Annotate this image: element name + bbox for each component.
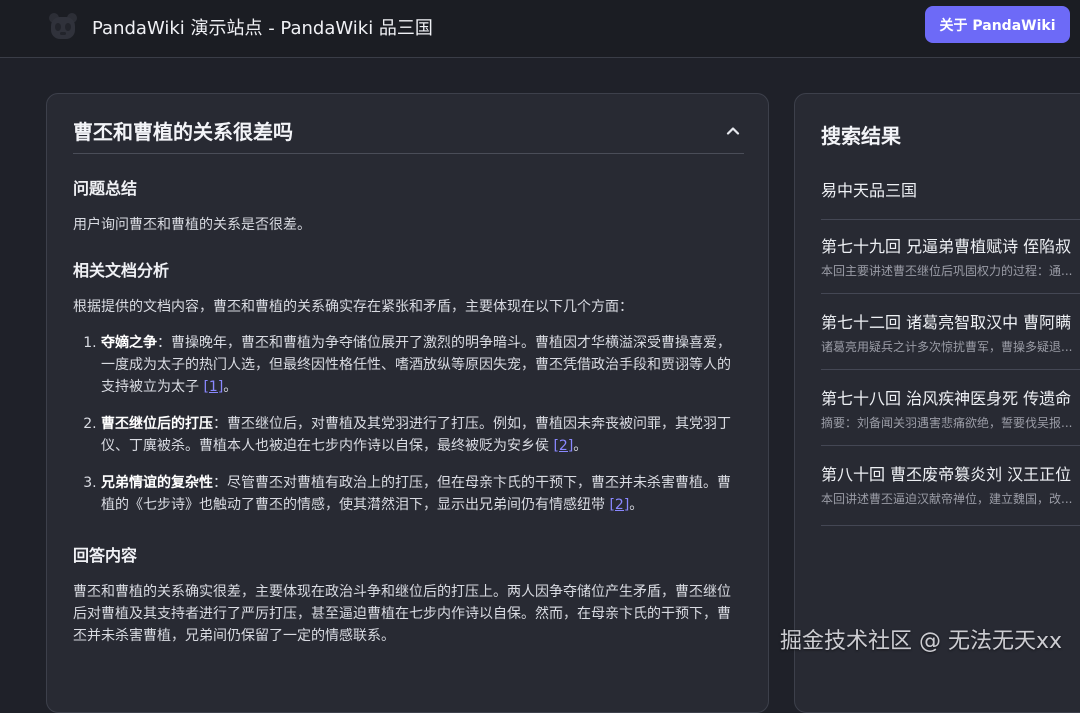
search-results-card: 搜索结果 易中天品三国 第七十九回 兄逼弟曹植赋诗 侄陷叔 本回主要讲述曹丕继位… [794,93,1080,713]
question-title: 曹丕和曹植的关系很差吗 [73,120,293,144]
reference-link[interactable]: [2] [553,438,573,454]
analysis-intro: 根据提供的文档内容，曹丕和曹植的关系确实存在紧张和矛盾，主要体现在以下几个方面： [73,299,633,315]
point-tail: 。 [223,379,238,395]
search-result-title[interactable]: 第七十八回 治风疾神医身死 传遗命 [821,388,1080,410]
summary-heading: 问题总结 [73,179,138,198]
reference-link[interactable]: [2] [609,497,629,513]
about-pandawiki-button[interactable]: 关于 PandaWiki [925,6,1070,43]
search-result-summary: 本回讲述曹丕逼迫汉献帝禅位，建立魏国，改... [821,492,1073,506]
search-result-title[interactable]: 易中天品三国 [821,180,1080,202]
point-tail: 。 [573,438,588,454]
point-label: 夺嫡之争 [101,335,157,351]
search-result-item[interactable]: 第七十二回 诸葛亮智取汉中 曹阿瞒 诸葛亮用疑兵之计多次惊扰曹军，曹操多疑退..… [821,312,1080,370]
search-result-summary: 摘要：刘备闻关羽遇害悲痛欲绝，誓要伐吴报... [821,416,1073,430]
analysis-point: 夺嫡之争：曹操晚年，曹丕和曹植为争夺储位展开了激烈的明争暗斗。曹植因才华横溢深受… [101,332,744,398]
search-result-item[interactable]: 第七十九回 兄逼弟曹植赋诗 侄陷叔 本回主要讲述曹丕继位后巩固权力的过程：通..… [821,236,1080,294]
point-tail: 。 [629,497,644,513]
search-result-title[interactable]: 第八十回 曹丕废帝篡炎刘 汉王正位 [821,464,1080,486]
answer-body: 问题总结 用户询问曹丕和曹植的关系是否很差。 相关文档分析 根据提供的文档内容，… [73,178,744,647]
panda-logo-icon[interactable] [46,10,80,42]
point-label: 曹丕继位后的打压 [101,416,213,432]
answer-heading: 回答内容 [73,546,138,565]
answer-card: 曹丕和曹植的关系很差吗 问题总结 用户询问曹丕和曹植的关系是否很差。 相关文档分… [46,93,769,713]
search-result-item[interactable]: 易中天品三国 [821,180,1080,220]
reference-link[interactable]: [1] [203,379,223,395]
analysis-points-list: 夺嫡之争：曹操晚年，曹丕和曹植为争夺储位展开了激烈的明争暗斗。曹植因才华横溢深受… [73,332,744,516]
point-text: ：曹操晚年，曹丕和曹植为争夺储位展开了激烈的明争暗斗。曹植因才华横溢深受曹操喜爱… [101,335,731,395]
site-title[interactable]: PandaWiki 演示站点 - PandaWiki 品三国 [92,14,433,40]
analysis-heading: 相关文档分析 [73,261,170,280]
search-result-item[interactable]: 第七十八回 治风疾神医身死 传遗命 摘要：刘备闻关羽遇害悲痛欲绝，誓要伐吴报..… [821,388,1080,446]
search-result-title[interactable]: 第七十九回 兄逼弟曹植赋诗 侄陷叔 [821,236,1080,258]
top-bar: PandaWiki 演示站点 - PandaWiki 品三国 关于 PandaW… [0,0,1080,58]
point-label: 兄弟情谊的复杂性 [101,475,213,491]
search-result-summary: 诸葛亮用疑兵之计多次惊扰曹军，曹操多疑退... [821,340,1073,354]
chevron-up-icon[interactable] [724,122,742,140]
answer-text: 曹丕和曹植的关系确实很差，主要体现在政治斗争和继位后的打压上。两人因争夺储位产生… [73,584,731,644]
search-results-heading: 搜索结果 [821,124,901,148]
answer-card-header: 曹丕和曹植的关系很差吗 [73,116,744,154]
search-result-summary: 本回主要讲述曹丕继位后巩固权力的过程：通... [821,264,1073,278]
analysis-point: 兄弟情谊的复杂性：尽管曹丕对曹植有政治上的打压，但在母亲卞氏的干预下，曹丕并未杀… [101,472,744,516]
search-result-title[interactable]: 第七十二回 诸葛亮智取汉中 曹阿瞒 [821,312,1080,334]
search-result-item[interactable]: 第八十回 曹丕废帝篡炎刘 汉王正位 本回讲述曹丕逼迫汉献帝禅位，建立魏国，改..… [821,464,1080,526]
watermark: 掘金技术社区 @ 无法无天xx [779,629,1062,654]
summary-text: 用户询问曹丕和曹植的关系是否很差。 [73,217,311,233]
analysis-point: 曹丕继位后的打压：曹丕继位后，对曹植及其党羽进行了打压。例如，曹植因未奔丧被问罪… [101,413,744,457]
